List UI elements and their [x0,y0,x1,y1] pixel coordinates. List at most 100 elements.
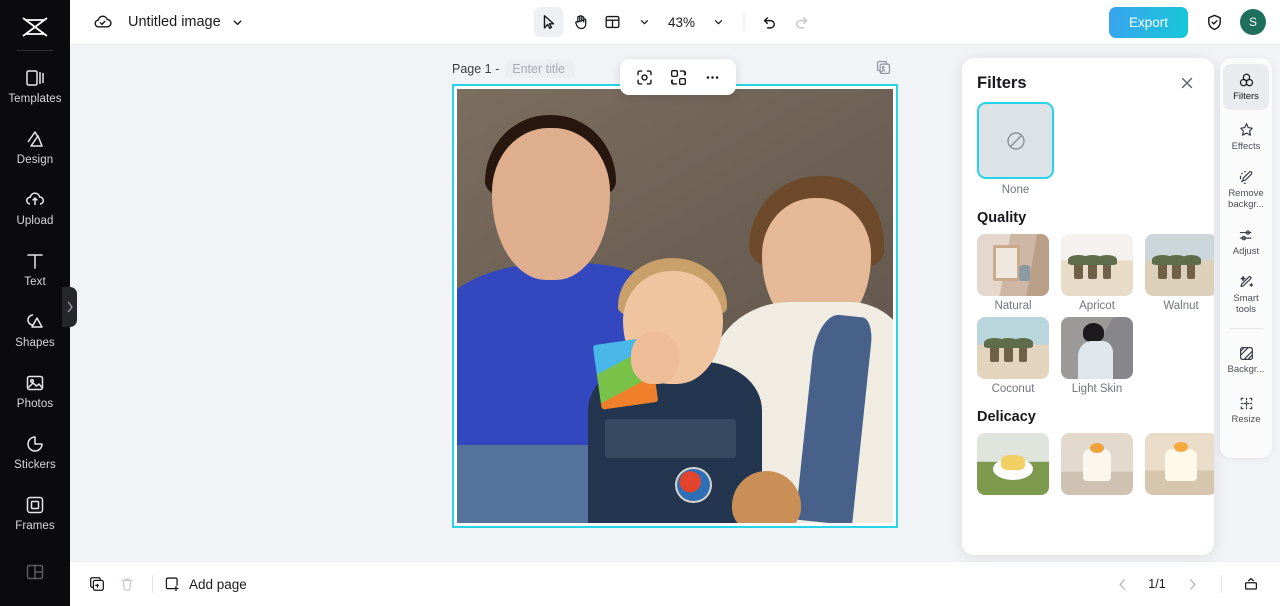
page-title-input[interactable] [505,60,576,78]
filter-thumb [1061,234,1133,296]
rail-item-smart-tools[interactable]: Smart tools [1223,269,1269,320]
filter-thumb [1145,234,1214,296]
page-layout-caret-button[interactable] [630,7,660,37]
selected-image-frame[interactable] [452,84,898,528]
select-tool-button[interactable] [533,7,564,37]
palm-decor [1068,255,1088,279]
duplicate-page-icon[interactable] [875,59,892,81]
filter-thumb [1061,433,1133,495]
sidebar-item-text[interactable]: Text [0,238,70,299]
filter-item-coconut[interactable]: Coconut [977,317,1049,395]
document-title[interactable]: Untitled image [128,14,221,30]
document-title-caret[interactable] [231,16,244,29]
zoom-caret-button[interactable] [704,7,734,37]
filter-item-delicacy-2[interactable] [1061,433,1133,499]
canvas-photo[interactable] [457,89,893,523]
page-layout-button[interactable] [598,7,628,37]
page-header: Page 1 - [452,60,576,78]
capcut-logo-icon[interactable] [15,10,55,44]
filters-circles-icon [1239,73,1253,87]
filter-item-natural[interactable]: Natural [977,234,1049,312]
filter-item-delicacy-3[interactable] [1145,433,1214,499]
filter-label: Natural [994,300,1032,312]
filters-panel: Filters None Quality Natural Apricot Wal… [962,58,1214,555]
filter-item-apricot[interactable]: Apricot [1061,234,1133,312]
remove-background-icon [1239,170,1252,185]
sidebar-item-upload[interactable]: Upload [0,177,70,238]
rail-item-label: Smart tools [1233,292,1259,315]
cursor-arrow-icon [543,15,555,29]
sidebar-item-templates[interactable]: Templates [0,55,70,116]
filter-item-delicacy-1[interactable] [977,433,1049,499]
duplicate-page-button[interactable] [82,569,112,599]
rail-item-background[interactable]: Backgr... [1223,337,1269,383]
upload-cloud-icon [24,189,46,211]
close-icon[interactable] [1176,72,1198,94]
export-button[interactable]: Export [1108,6,1188,38]
filter-label: Apricot [1079,300,1115,312]
sidebar-item-layouts[interactable] [0,543,70,604]
sidebar-item-label: Templates [8,92,62,105]
rail-item-filters[interactable]: Filters [1223,64,1269,110]
presentation-button[interactable] [1236,569,1266,599]
rail-item-remove-background[interactable]: Remove backgr... [1223,164,1269,215]
filter-none-tile[interactable] [977,102,1054,179]
photos-icon [24,372,46,394]
image-floating-toolbar [620,59,736,95]
prev-page-button[interactable] [1107,569,1137,599]
sidebar-item-stickers[interactable]: Stickers [0,421,70,482]
text-icon [24,250,46,272]
filters-panel-title: Filters [977,73,1027,92]
add-page-label: Add page [189,576,247,592]
crop-select-icon[interactable] [630,63,658,91]
delete-page-button[interactable] [112,569,142,599]
filters-section-title-quality: Quality [977,210,1027,226]
filter-item-walnut[interactable]: Walnut [1145,234,1214,312]
filter-item-none[interactable]: None [977,102,1054,196]
avatar[interactable]: S [1240,9,1266,35]
zoom-level[interactable]: 43% [662,15,702,30]
palm-decor [1012,338,1033,362]
shield-check-icon[interactable] [1200,8,1228,36]
add-page-button[interactable]: Add page [163,575,247,593]
sidebar-item-shapes[interactable]: Shapes [0,299,70,360]
sidebar-item-design[interactable]: Design [0,116,70,177]
redo-button[interactable] [787,7,817,37]
sidebar-item-frames[interactable]: Frames [0,482,70,543]
next-page-button[interactable] [1177,569,1207,599]
palm-decor [1082,255,1103,279]
more-options-icon[interactable] [698,63,726,91]
replace-image-icon[interactable] [664,63,692,91]
topbar-right-group: Export S [1108,6,1266,38]
smart-tools-wand-icon [1239,275,1253,287]
filters-panel-body[interactable]: None Quality Natural Apricot Walnut Coco… [962,100,1214,555]
replace-image-icon-glyph [670,69,686,85]
right-tool-rail: Filters Effects Remove backgr... Adjust [1220,58,1272,458]
rail-item-effects[interactable]: Effects [1223,114,1269,160]
sidebar-collapse-handle[interactable] [62,287,77,327]
filter-thumb [977,317,1049,379]
more-options-icon-glyph [706,75,718,79]
photo-man-head [491,128,610,280]
rail-divider [1229,327,1263,329]
hand-tool-button[interactable] [566,7,596,37]
sidebar-item-label: Shapes [15,336,55,349]
frames-icon [24,494,46,516]
rail-item-adjust[interactable]: Adjust [1223,219,1269,265]
sidebar-item-photos[interactable]: Photos [0,360,70,421]
filter-item-light-skin[interactable]: Light Skin [1061,317,1133,395]
sidebar-item-label: Stickers [14,458,56,471]
rail-item-label: Filters [1233,91,1259,103]
layout-grid-icon [24,561,46,583]
sidebar-item-label: Frames [15,519,55,532]
templates-icon [24,67,46,89]
filter-thumb [977,433,1049,495]
undo-button[interactable] [755,7,785,37]
filters-section-title-delicacy: Delicacy [977,409,1036,425]
cloud-saved-icon[interactable] [90,10,114,34]
sidebar-item-label: Design [16,153,54,166]
bottom-divider [152,575,153,593]
top-toolbar: Untitled image 43% Export S [70,0,1280,45]
family-photo-illustration [457,89,893,523]
rail-item-resize[interactable]: Resize [1223,387,1269,433]
